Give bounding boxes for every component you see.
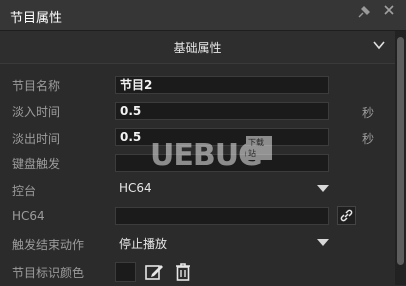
color-label: 节目标识颜色	[12, 266, 85, 280]
chevron-down-icon[interactable]	[372, 37, 386, 51]
name-input[interactable]: 节目2	[115, 76, 329, 94]
hotkey-label: 键盘触发	[12, 157, 61, 171]
fadein-input[interactable]: 0.5	[115, 102, 329, 120]
color-swatch[interactable]	[115, 262, 136, 282]
scrollbar[interactable]	[395, 31, 406, 285]
fadein-label: 淡入时间	[12, 105, 61, 119]
dropdown-arrow-icon	[317, 239, 329, 246]
fadein-unit: 秒	[362, 106, 375, 120]
name-label: 节目名称	[12, 79, 61, 93]
end-action-select[interactable]: 停止播放	[115, 233, 331, 253]
console-select[interactable]: HC64	[115, 179, 331, 199]
dropdown-arrow-icon	[317, 185, 329, 192]
console-label: 控台	[12, 184, 37, 198]
fadeout-unit: 秒	[362, 132, 375, 146]
hc64-label: HC64	[12, 209, 45, 223]
trash-icon[interactable]	[173, 261, 193, 282]
scrollbar-thumb[interactable]	[397, 37, 404, 265]
hc64-input[interactable]	[115, 207, 329, 225]
section-header[interactable]: 基础属性	[0, 31, 395, 64]
watermark-badge: 下载站	[246, 136, 272, 160]
watermark-logo: UEBUG 下载站	[142, 136, 272, 176]
fadeout-label: 淡出时间	[12, 132, 61, 146]
title-bar: 节目属性	[0, 0, 406, 31]
window-title: 节目属性	[10, 11, 63, 26]
edit-icon[interactable]	[144, 262, 164, 282]
pin-icon[interactable]	[357, 5, 373, 23]
close-icon[interactable]	[383, 4, 399, 22]
end-action-label: 触发结束动作	[12, 238, 85, 252]
section-title: 基础属性	[173, 41, 222, 55]
watermark-text: UEBUG	[150, 138, 263, 173]
link-icon[interactable]	[337, 206, 356, 225]
end-action-select-value: 停止播放	[119, 237, 168, 251]
console-select-value: HC64	[119, 181, 152, 195]
